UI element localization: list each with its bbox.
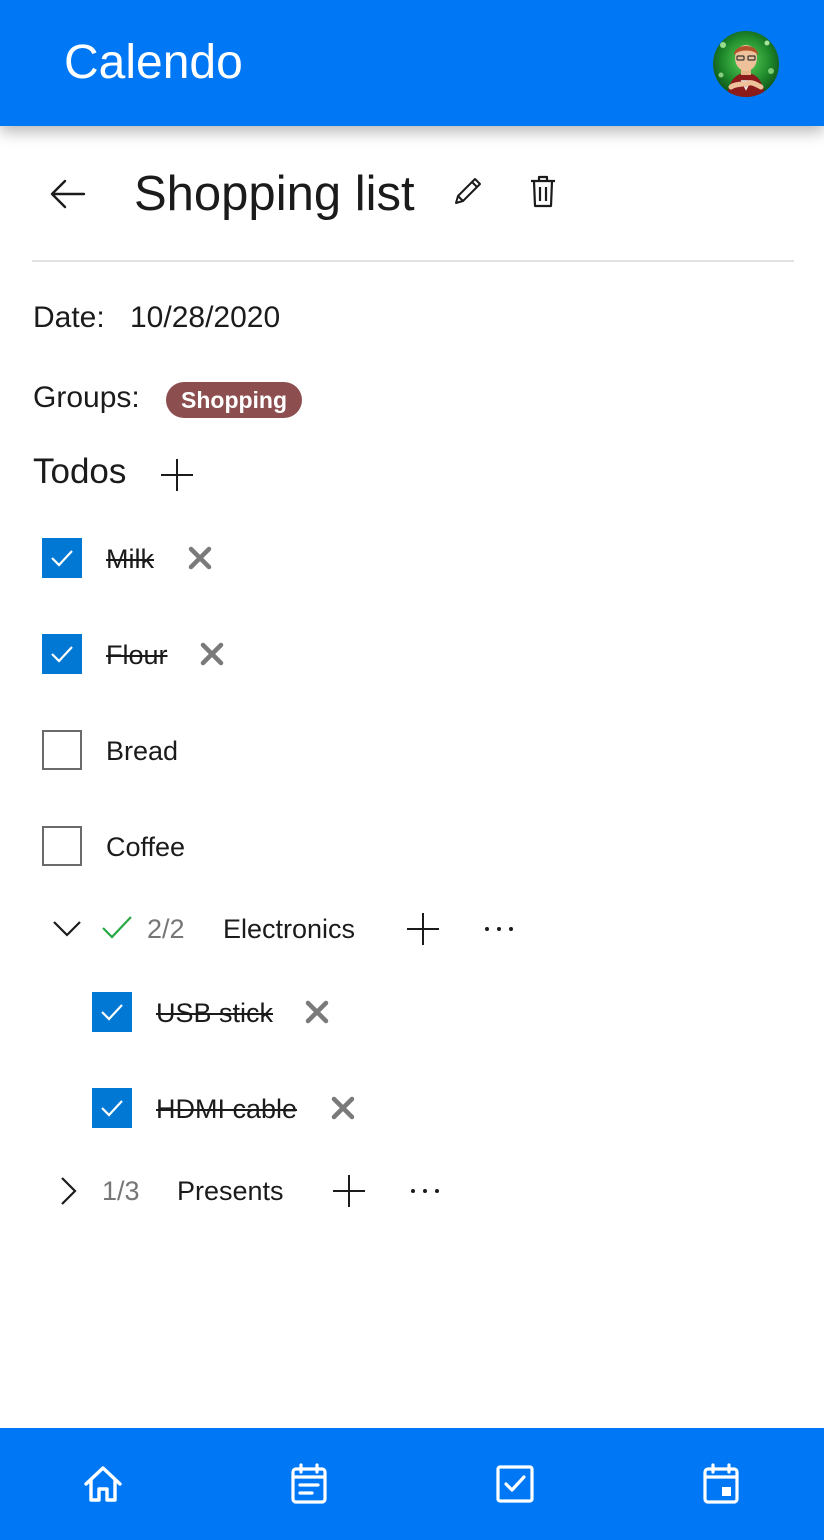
nav-calendar-button[interactable] (618, 1428, 824, 1540)
plus-icon (407, 913, 439, 945)
todo-checkbox-milk[interactable] (42, 538, 82, 578)
group-progress-presents: 1/3 (102, 1176, 140, 1206)
pencil-icon (455, 178, 481, 204)
nav-notes-button[interactable] (206, 1428, 412, 1540)
plus-icon (161, 459, 193, 491)
todo-checkbox-usb-stick[interactable] (92, 992, 132, 1032)
checkmark-icon (101, 1100, 123, 1117)
chevron-right-icon (61, 1177, 77, 1205)
todo-label-hdmi-cable[interactable]: HDMI cable (156, 1092, 297, 1126)
close-icon (188, 546, 212, 570)
groups-label: Groups: (33, 381, 140, 414)
todo-label-milk[interactable]: Milk (106, 542, 154, 576)
todo-label-usb-stick[interactable]: USB stick (156, 996, 273, 1030)
remove-todo-hdmi-cable-button[interactable] (328, 1093, 358, 1123)
edit-button[interactable] (447, 170, 489, 212)
todo-checkbox-icon (496, 1465, 534, 1503)
bottom-navigation (0, 1428, 824, 1540)
plus-icon (333, 1175, 365, 1207)
more-horizontal-icon (411, 1189, 439, 1193)
group-name-presents[interactable]: Presents (177, 1174, 284, 1208)
nav-todos-button[interactable] (412, 1428, 618, 1540)
close-icon (200, 642, 224, 666)
todo-checkbox-hdmi-cable[interactable] (92, 1088, 132, 1128)
group-complete-check-icon (102, 916, 132, 939)
add-todo-button[interactable] (156, 454, 198, 496)
group-more-electronics-button[interactable] (478, 910, 520, 948)
delete-button[interactable] (522, 170, 564, 212)
collapse-group-electronics-button[interactable] (48, 912, 86, 946)
user-avatar[interactable] (713, 31, 779, 97)
todo-label-coffee[interactable]: Coffee (106, 830, 185, 864)
app-title: Calendo (64, 36, 243, 89)
checkmark-icon (51, 646, 73, 663)
nav-home-button[interactable] (0, 1428, 206, 1540)
todos-title: Todos (33, 452, 127, 491)
todo-checkbox-flour[interactable] (42, 634, 82, 674)
home-icon (84, 1466, 122, 1502)
back-button[interactable] (46, 172, 90, 216)
group-progress-electronics: 2/2 (147, 914, 185, 944)
calendar-icon (703, 1463, 739, 1504)
close-icon (305, 1000, 329, 1024)
group-more-presents-button[interactable] (404, 1172, 446, 1210)
checkmark-icon (101, 1004, 123, 1021)
add-todo-presents-button[interactable] (328, 1170, 370, 1212)
chevron-down-icon (53, 921, 81, 937)
app-bar: Calendo (0, 0, 824, 126)
remove-todo-milk-button[interactable] (185, 543, 215, 573)
arrow-left-icon (50, 179, 86, 209)
todo-label-bread[interactable]: Bread (106, 734, 178, 768)
date-label: Date: (33, 301, 105, 334)
todo-label-flour[interactable]: Flour (106, 638, 168, 672)
remove-todo-usb-stick-button[interactable] (302, 997, 332, 1027)
expand-group-presents-button[interactable] (52, 1172, 84, 1210)
trash-icon (531, 175, 555, 208)
group-chip-shopping[interactable]: Shopping (166, 382, 303, 418)
add-todo-electronics-button[interactable] (402, 908, 444, 950)
page-title: Shopping list (134, 167, 415, 221)
date-value: 10/28/2020 (130, 301, 281, 334)
close-icon (331, 1096, 355, 1120)
header-divider (32, 260, 794, 262)
more-horizontal-icon (485, 927, 513, 931)
checkmark-icon (51, 550, 73, 567)
remove-todo-flour-button[interactable] (197, 639, 227, 669)
notes-icon (291, 1463, 327, 1504)
group-name-electronics[interactable]: Electronics (223, 912, 355, 946)
todo-checkbox-coffee[interactable] (42, 826, 82, 866)
todo-checkbox-bread[interactable] (42, 730, 82, 770)
